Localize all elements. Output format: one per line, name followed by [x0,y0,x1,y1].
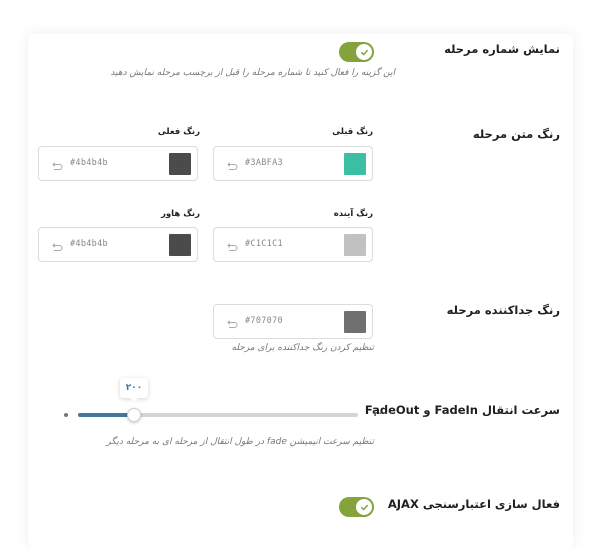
separator-color-label: رنگ جداکننده مرحله [446,303,560,317]
speed-slider-track[interactable] [78,413,358,417]
speed-slider-thumb[interactable] [127,408,141,422]
check-icon [356,499,372,515]
previous-color-value[interactable]: #3ABFA3 [245,158,283,168]
reset-icon[interactable] [51,239,63,251]
reset-icon[interactable] [226,158,238,170]
separator-color-field[interactable]: #707070 [213,304,373,339]
reset-icon[interactable] [51,158,63,170]
settings-card [28,34,573,548]
slider-max-label: ۱۰۰۰ [372,409,394,419]
current-color-label: رنگ فعلی [157,127,200,137]
hover-color-field[interactable]: #4b4b4b [38,227,198,262]
previous-color-swatch[interactable] [344,153,366,175]
current-color-value[interactable]: #4b4b4b [70,158,108,168]
step-number-hint: این گزینه را فعال کنید تا شماره مرحله را… [110,68,395,78]
reset-icon[interactable] [226,316,238,328]
ajax-validation-toggle[interactable] [339,497,374,517]
next-color-label: رنگ آینده [333,209,373,219]
next-color-field[interactable]: #C1C1C1 [213,227,373,262]
previous-color-field[interactable]: #3ABFA3 [213,146,373,181]
transition-speed-label: سرعت انتقال FadeIn و FadeOut [364,403,560,417]
separator-color-swatch[interactable] [344,311,366,333]
slider-min-dot [64,413,68,417]
previous-color-label: رنگ قبلی [332,127,373,137]
step-number-label: نمایش شماره مرحله [444,42,560,56]
reset-icon[interactable] [226,239,238,251]
speed-value-tooltip: ۲۰۰ [120,378,148,402]
next-color-value[interactable]: #C1C1C1 [245,239,283,249]
current-color-swatch[interactable] [169,153,191,175]
hover-color-swatch[interactable] [169,234,191,256]
separator-color-hint: تنظیم کردن رنگ جداکننده برای مرحله [231,343,374,353]
speed-slider-fill [78,413,134,417]
check-icon [356,44,372,60]
hover-color-label: رنگ هاور [160,209,200,219]
text-color-label: رنگ متن مرحله [472,127,560,141]
transition-speed-hint: تنظیم سرعت انیمیشن fade در طول انتقال از… [106,437,374,447]
separator-color-value[interactable]: #707070 [245,316,283,326]
next-color-swatch[interactable] [344,234,366,256]
ajax-validation-label: فعال سازی اعتبارسنجی AJAX [387,497,560,511]
hover-color-value[interactable]: #4b4b4b [70,239,108,249]
current-color-field[interactable]: #4b4b4b [38,146,198,181]
step-number-toggle[interactable] [339,42,374,62]
